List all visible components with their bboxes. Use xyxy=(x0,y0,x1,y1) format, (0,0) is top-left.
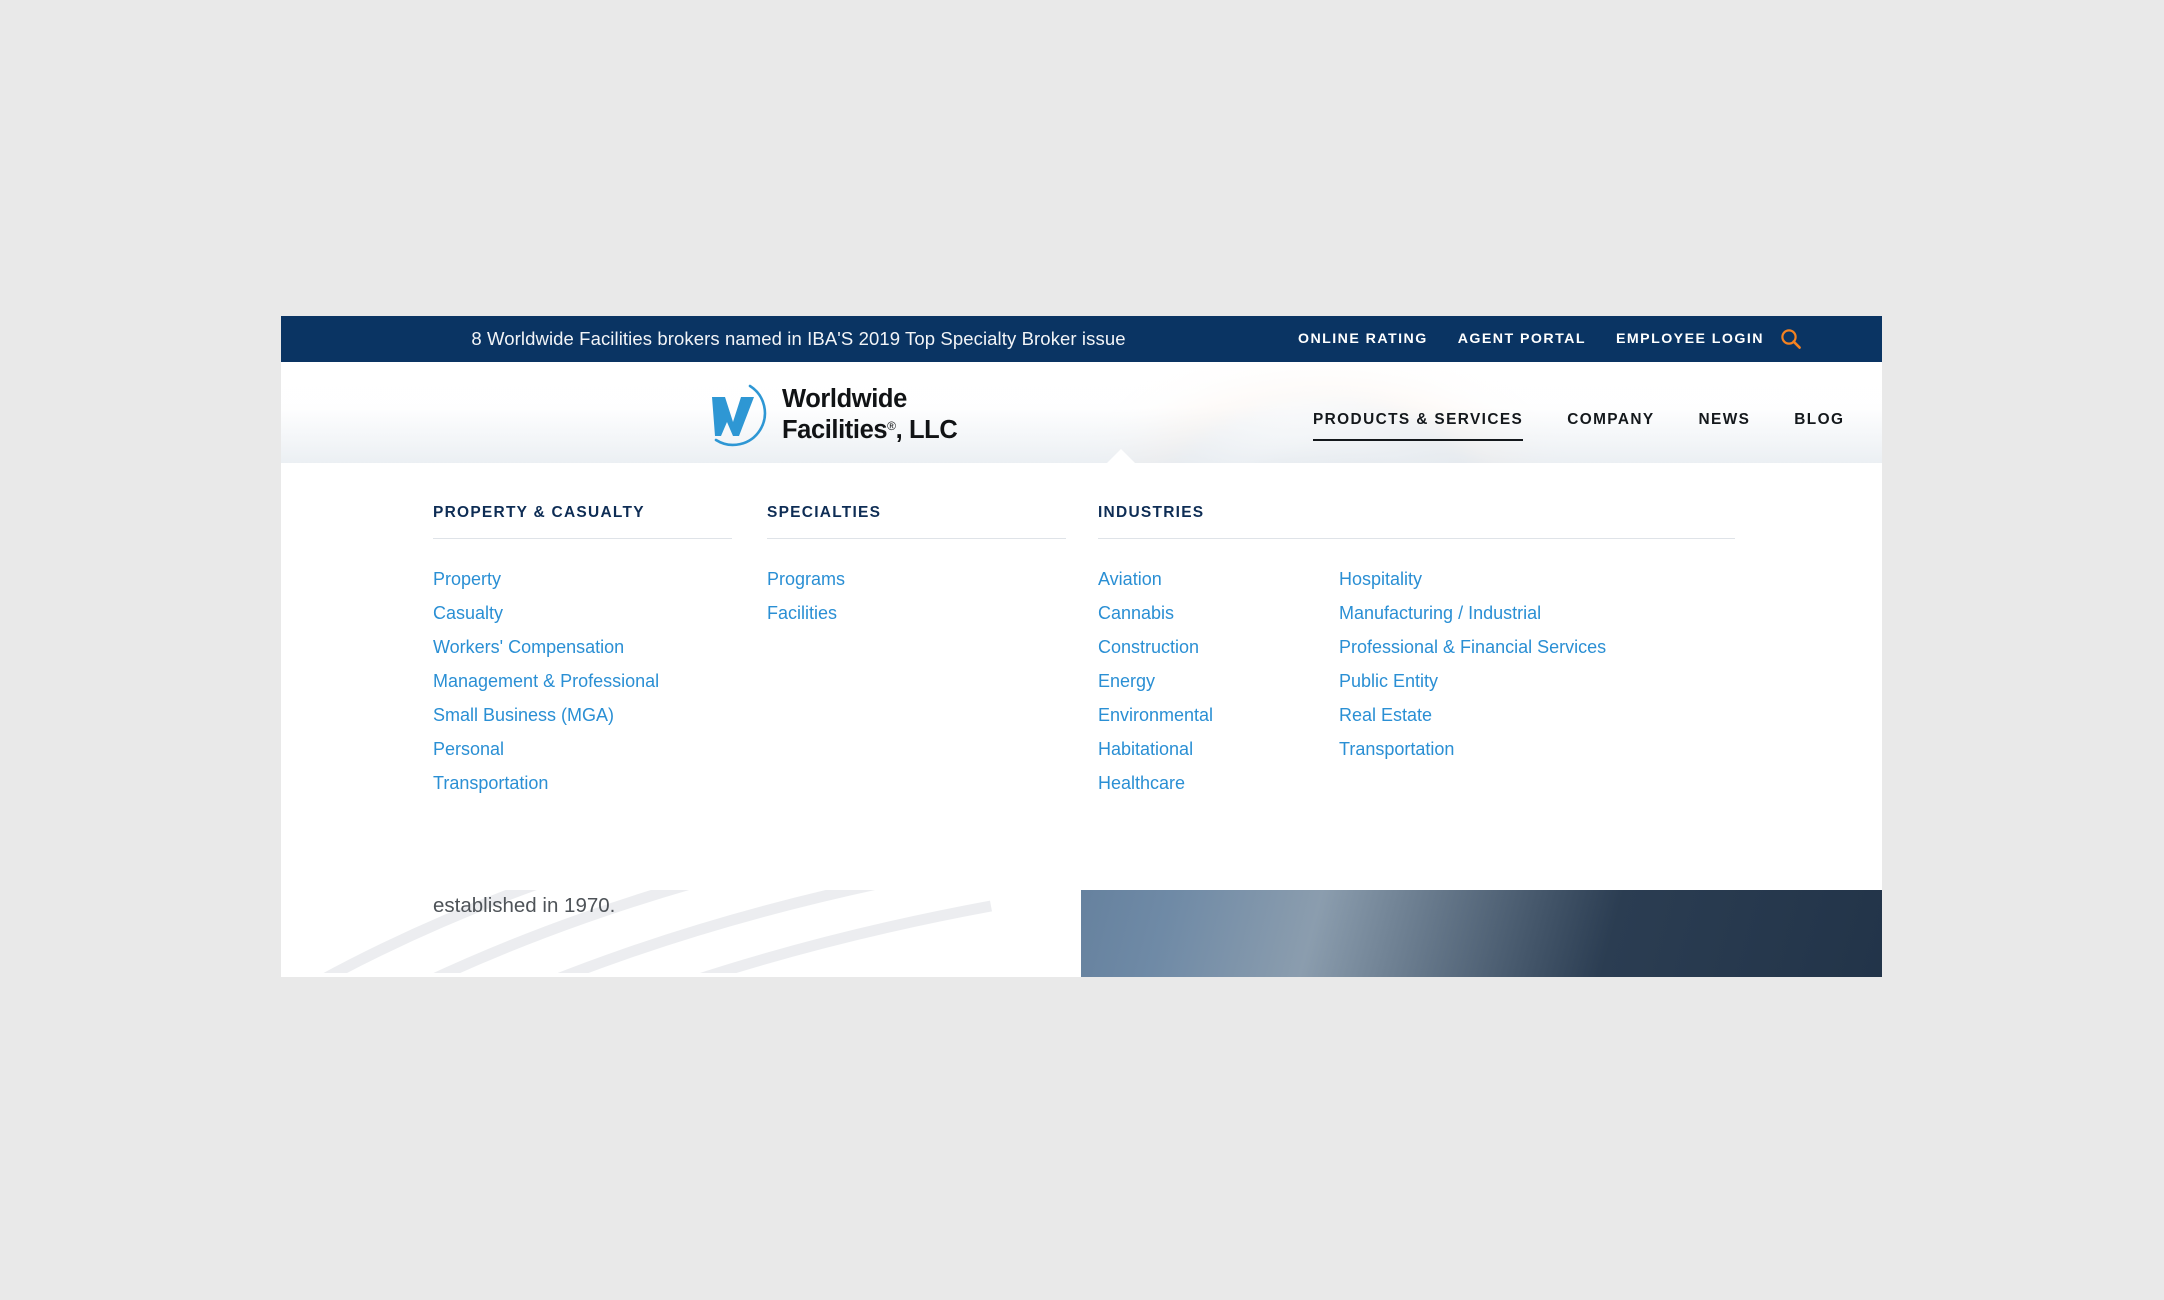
dropdown-link-property[interactable]: Property xyxy=(433,562,732,596)
dropdown-column-title: PROPERTY & CASUALTY xyxy=(433,504,645,521)
site-page: 8 Worldwide Facilities brokers named in … xyxy=(281,316,1882,977)
dropdown-link-management-and-professional[interactable]: Management & Professional xyxy=(433,664,732,698)
nav-item-company[interactable]: COMPANY xyxy=(1545,408,1676,432)
dropdown-link-transportation[interactable]: Transportation xyxy=(1339,732,1735,766)
dropdown-link-aviation[interactable]: Aviation xyxy=(1098,562,1339,596)
dropdown-link-habitational[interactable]: Habitational xyxy=(1098,732,1339,766)
dropdown-link-energy[interactable]: Energy xyxy=(1098,664,1339,698)
dropdown-column-divider xyxy=(1098,538,1735,539)
site-logo[interactable]: Worldwide Facilities®, LLC xyxy=(698,378,988,448)
dropdown-link-transportation[interactable]: Transportation xyxy=(433,766,732,800)
logo-wordmark: Worldwide Facilities®, LLC xyxy=(782,385,958,444)
nav-item-products-and-services[interactable]: PRODUCTS & SERVICES xyxy=(1291,408,1545,441)
nav-item-blog[interactable]: BLOG xyxy=(1772,408,1866,432)
dropdown-column-title: SPECIALTIES xyxy=(767,504,882,521)
logo-line-2: Facilities xyxy=(782,416,888,444)
dropdown-link-cannabis[interactable]: Cannabis xyxy=(1098,596,1339,630)
dropdown-link-small-business-mga[interactable]: Small Business (MGA) xyxy=(433,698,732,732)
dropdown-caret-icon xyxy=(1106,449,1136,463)
dropdown-link-workers-compensation[interactable]: Workers' Compensation xyxy=(433,630,732,664)
dropdown-column-industries: INDUSTRIES Aviation Cannabis Constructio… xyxy=(1098,504,1735,800)
dropdown-link-facilities[interactable]: Facilities xyxy=(767,596,1066,630)
products-and-services-dropdown: PROPERTY & CASUALTY Property Casualty Wo… xyxy=(281,463,1882,890)
utility-link-online-rating[interactable]: ONLINE RATING xyxy=(1298,331,1428,347)
dropdown-link-personal[interactable]: Personal xyxy=(433,732,732,766)
utility-link-agent-portal[interactable]: AGENT PORTAL xyxy=(1458,331,1586,347)
dropdown-link-list: Programs Facilities xyxy=(767,562,1066,630)
dropdown-link-hospitality[interactable]: Hospitality xyxy=(1339,562,1735,596)
dropdown-column-specialties: SPECIALTIES Programs Facilities xyxy=(767,504,1066,630)
nav-item-contact[interactable]: CONTACT xyxy=(1866,408,1882,432)
utility-bar: 8 Worldwide Facilities brokers named in … xyxy=(281,316,1882,362)
dropdown-column-divider xyxy=(767,538,1066,539)
main-navigation: PRODUCTS & SERVICES COMPANY NEWS BLOG CO… xyxy=(1291,408,1882,463)
dropdown-column-property-and-casualty: PROPERTY & CASUALTY Property Casualty Wo… xyxy=(433,504,732,800)
dropdown-link-programs[interactable]: Programs xyxy=(767,562,1066,596)
dropdown-link-real-estate[interactable]: Real Estate xyxy=(1339,698,1735,732)
dropdown-link-casualty[interactable]: Casualty xyxy=(433,596,732,630)
logo-suffix: , LLC xyxy=(895,416,958,444)
utility-link-employee-login[interactable]: EMPLOYEE LOGIN xyxy=(1616,331,1764,347)
w-globe-logo-icon xyxy=(698,378,768,448)
dropdown-link-professional-and-financial-services[interactable]: Professional & Financial Services xyxy=(1339,630,1735,664)
announcement-text: 8 Worldwide Facilities brokers named in … xyxy=(471,328,1126,349)
utility-links: ONLINE RATING AGENT PORTAL EMPLOYEE LOGI… xyxy=(1298,316,1764,362)
logo-line-1: Worldwide xyxy=(782,385,907,413)
nav-item-news[interactable]: NEWS xyxy=(1677,408,1773,432)
search-icon[interactable] xyxy=(1780,328,1802,350)
dropdown-link-construction[interactable]: Construction xyxy=(1098,630,1339,664)
dropdown-column-title: INDUSTRIES xyxy=(1098,504,1205,521)
dropdown-link-manufacturing-industrial[interactable]: Manufacturing / Industrial xyxy=(1339,596,1735,630)
dropdown-column-divider xyxy=(433,538,732,539)
dropdown-link-list: Property Casualty Workers' Compensation … xyxy=(433,562,732,800)
logo-registered-mark: ® xyxy=(887,419,896,433)
dropdown-link-list: Aviation Cannabis Construction Energy En… xyxy=(1098,562,1735,800)
dropdown-link-public-entity[interactable]: Public Entity xyxy=(1339,664,1735,698)
dropdown-link-environmental[interactable]: Environmental xyxy=(1098,698,1339,732)
site-header: Worldwide Facilities®, LLC PRODUCTS & SE… xyxy=(281,362,1882,463)
dropdown-link-healthcare[interactable]: Healthcare xyxy=(1098,766,1339,800)
hero-bottom-edge xyxy=(281,973,1081,977)
